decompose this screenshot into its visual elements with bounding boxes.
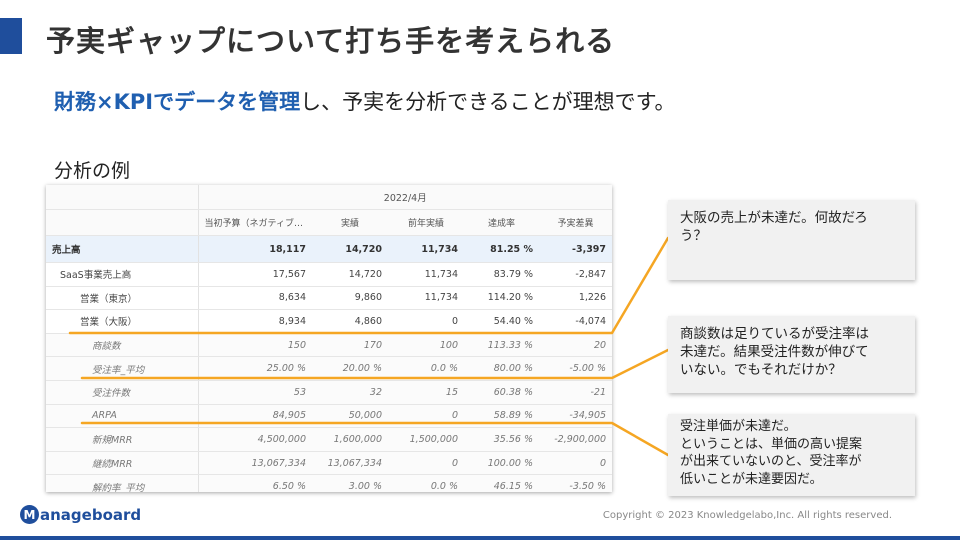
logo-mark-icon: M [20, 505, 39, 524]
callout-osaka-sales: 大阪の売上が未達だ。何故だろ う？ [668, 200, 915, 280]
logo-text: anageboard [40, 505, 142, 524]
callout-text-line: 受注単価が未達だ。 [680, 419, 797, 434]
leader-line-win-rate [80, 348, 670, 380]
callout-text-line: いない。でもそれだけか？ [680, 362, 842, 379]
callout-text-line: ということは、単価の高い提案 [680, 436, 863, 452]
callout-unit-price: 受注単価が未達だ。 ということは、単価の高い提案 が出来ていないのと、受注率が … [668, 414, 915, 496]
callout-text-line: 低いことが未達要因だ。 [680, 471, 823, 487]
callout-text-line: が出来ていないのと、受注率が [680, 454, 862, 470]
callout-text-line: う？ [680, 228, 707, 245]
footer-bar [0, 536, 960, 540]
manageboard-logo: M anageboard [20, 505, 141, 524]
callout-text-line: 未達だ。結果受注件数が伸びて [680, 344, 869, 361]
callout-win-rate: 商談数は足りているが受注率は 未達だ。結果受注件数が伸びて いない。でもそれだけ… [668, 316, 915, 393]
leader-line-osaka [68, 236, 670, 335]
callout-text-line: 商談数は足りているが受注率は [680, 326, 869, 342]
callout-text-line: 大阪の売上が未達だ。何故だろ [680, 210, 868, 226]
leader-line-arpa [80, 421, 670, 457]
copyright: Copyright © 2023 Knowledgelabo,Inc. All … [602, 510, 892, 521]
